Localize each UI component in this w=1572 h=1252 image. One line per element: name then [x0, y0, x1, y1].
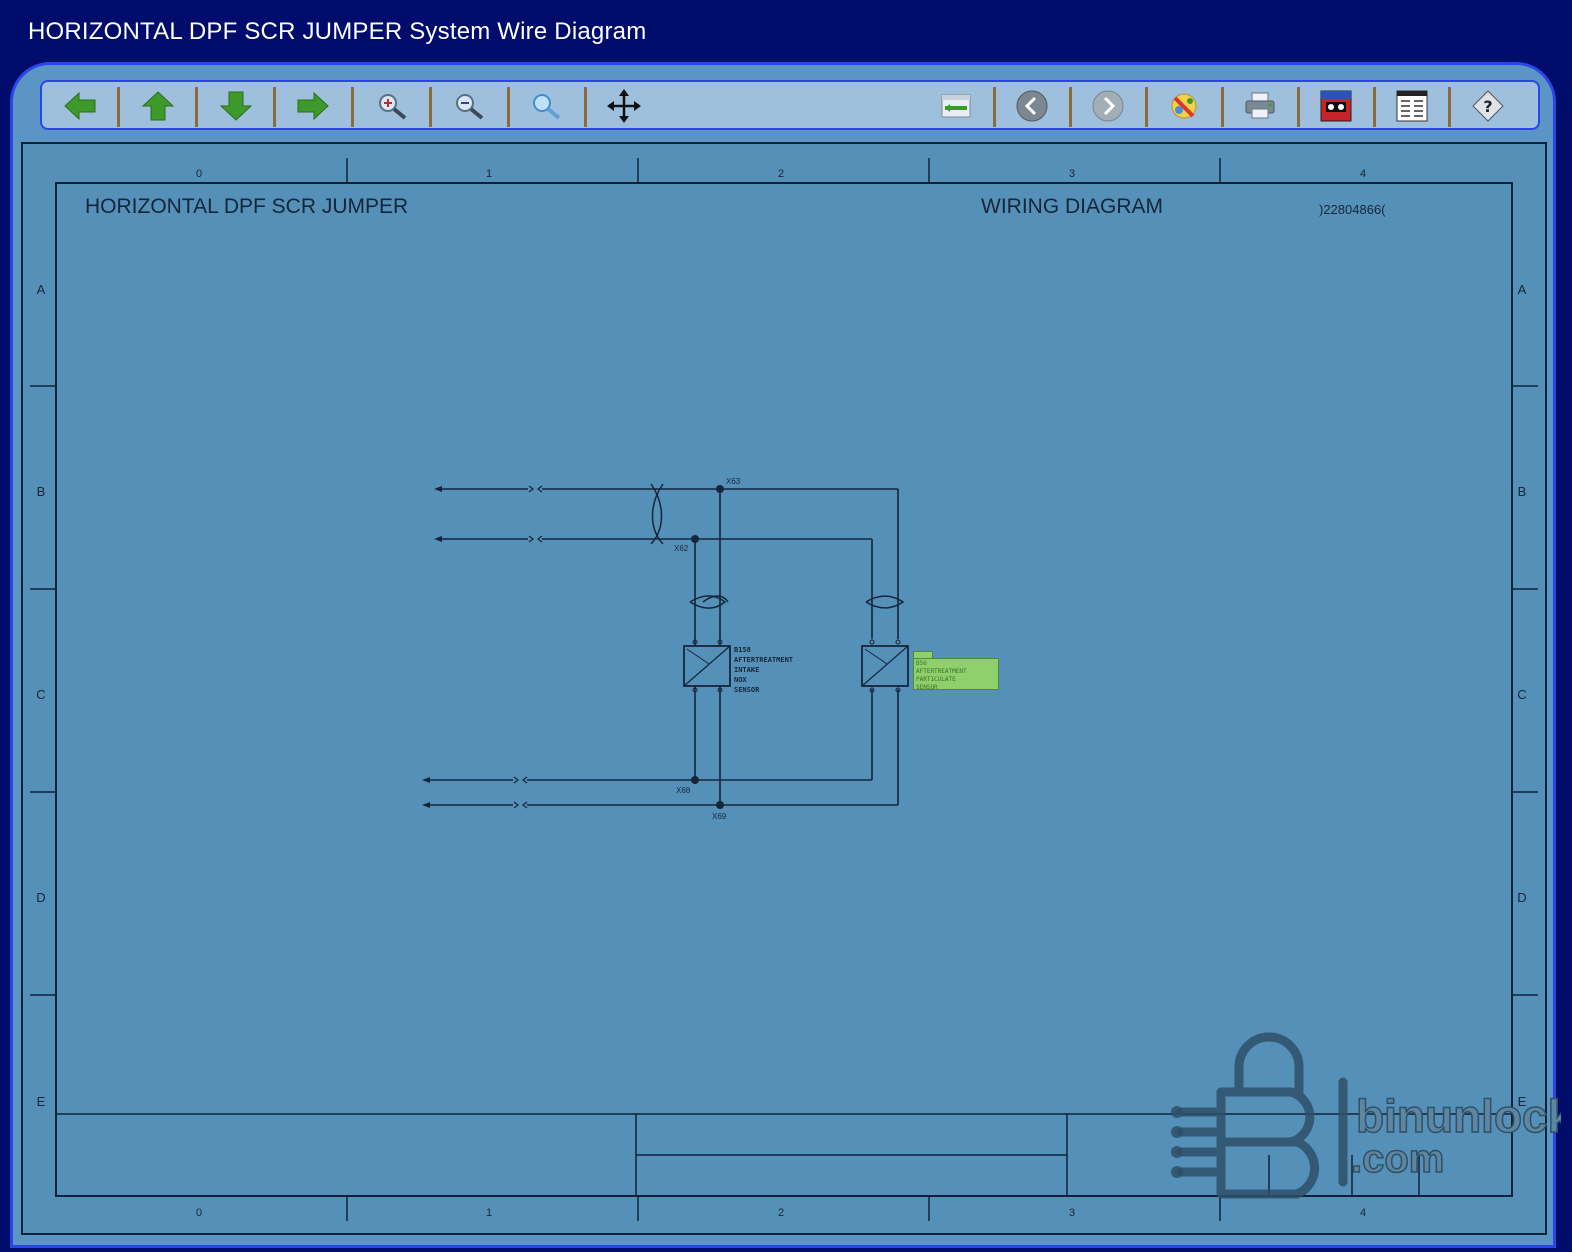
column-label: 0 [196, 1207, 202, 1219]
splice-label: X69 [712, 812, 727, 821]
component-label: INTAKE [734, 666, 759, 674]
highlight-icon[interactable] [1164, 86, 1204, 126]
arrow-left-icon[interactable] [60, 86, 100, 126]
toolbar-separator [1297, 87, 1300, 127]
toolbar-separator [993, 87, 996, 127]
component-label: AFTERTREATMENT [734, 656, 793, 664]
toolbar-separator [1145, 87, 1148, 127]
toolbar-separator [584, 87, 587, 127]
component-label: SENSOR [916, 684, 938, 691]
splice-label: X68 [676, 786, 691, 795]
component-label: PARTICULATE [916, 676, 956, 683]
row-label: C [1517, 687, 1526, 702]
watermark-brand: binunlock [1356, 1090, 1561, 1142]
toolbar-separator [195, 87, 198, 127]
component-view-icon[interactable] [1316, 86, 1356, 126]
toolbar-separator [1221, 87, 1224, 127]
splice-label: X63 [726, 477, 741, 486]
zoom-out-icon[interactable] [449, 86, 489, 126]
watermark: binunlock .com [1171, 1032, 1561, 1199]
column-label: 1 [486, 168, 492, 180]
connector-arrows [422, 486, 442, 808]
splice-label: X62 [674, 544, 689, 553]
toolbar: ? [40, 80, 1540, 130]
title-bar: HORIZONTAL DPF SCR JUMPER System Wire Di… [0, 0, 1572, 64]
wire-harness [428, 488, 899, 806]
row-label: C [36, 687, 45, 702]
component-label: SENSOR [734, 686, 760, 694]
component-label: B158 [734, 646, 751, 654]
drawing-subtitle: WIRING DIAGRAM [981, 195, 1163, 218]
print-icon[interactable] [1240, 86, 1280, 126]
row-label: D [36, 890, 45, 905]
column-label: 4 [1360, 1207, 1366, 1219]
highlighted-component-label[interactable]: B56 AFTERTREATMENT PARTICULATE SENSOR [913, 658, 999, 691]
help-icon[interactable]: ? [1468, 86, 1508, 126]
toolbar-separator [1373, 87, 1376, 127]
watermark-domain: .com [1351, 1137, 1444, 1181]
toolbar-separator [273, 87, 276, 127]
component-label: AFTERTREATMENT [916, 668, 967, 675]
document-id: )22804866( [1319, 202, 1386, 217]
window-title: HORIZONTAL DPF SCR JUMPER System Wire Di… [28, 18, 647, 45]
arrow-up-icon[interactable] [138, 86, 178, 126]
component-label: B56 [916, 660, 927, 667]
toolbar-separator [351, 87, 354, 127]
row-label: A [1518, 282, 1527, 297]
next-icon[interactable] [1088, 86, 1128, 126]
previous-icon[interactable] [1012, 86, 1052, 126]
column-label: 0 [196, 168, 202, 180]
connector-view-icon[interactable] [936, 86, 976, 126]
zoom-in-icon[interactable] [372, 86, 412, 126]
row-label: B [1518, 484, 1527, 499]
column-label: 4 [1360, 168, 1366, 180]
row-label: B [37, 484, 46, 499]
column-label: 3 [1069, 168, 1075, 180]
toolbar-separator [1069, 87, 1072, 127]
toolbar-separator [117, 87, 120, 127]
pan-move-icon[interactable] [604, 86, 644, 126]
component-label: NOX [734, 676, 747, 684]
list-view-icon[interactable] [1392, 86, 1432, 126]
arrow-right-icon[interactable] [293, 86, 333, 126]
twisted-pair [650, 483, 905, 609]
column-label: 2 [778, 168, 784, 180]
row-label: A [37, 282, 46, 297]
diagram-canvas[interactable]: 0 1 2 3 4 0 1 2 3 4 A B C D E A B C D E [21, 142, 1561, 1235]
zoom-fit-icon[interactable] [526, 86, 566, 126]
arrow-down-icon[interactable] [216, 86, 256, 126]
drawing-title: HORIZONTAL DPF SCR JUMPER [85, 195, 408, 218]
toolbar-separator [1448, 87, 1451, 127]
toolbar-separator [429, 87, 432, 127]
column-label: 3 [1069, 1207, 1075, 1219]
particulate-sensor[interactable] [861, 645, 909, 687]
column-label: 2 [778, 1207, 784, 1219]
svg-text:?: ? [1483, 97, 1492, 116]
nox-sensor[interactable] [683, 645, 731, 687]
row-label: D [1517, 890, 1526, 905]
column-label: 1 [486, 1207, 492, 1219]
row-label: E [37, 1094, 46, 1109]
toolbar-separator [507, 87, 510, 127]
